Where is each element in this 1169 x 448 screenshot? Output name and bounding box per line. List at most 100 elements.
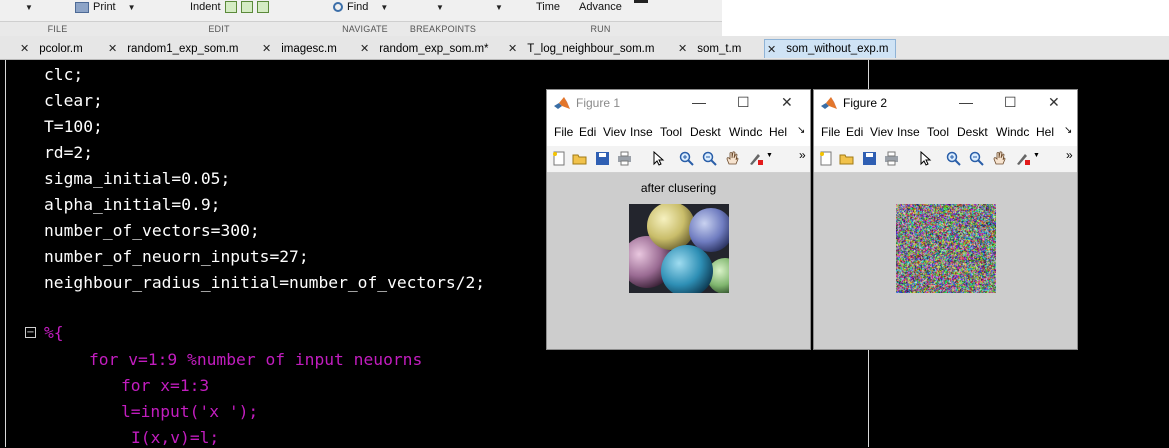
smart-indent-icon[interactable] [224,1,237,13]
menu-file[interactable]: File [554,125,573,139]
menu-help[interactable]: Hel [1036,125,1054,139]
code-line[interactable]: clc; [44,65,83,85]
code-line[interactable]: l=input('x '); [121,402,258,422]
code-line[interactable]: neighbour_radius_initial=number_of_vecto… [44,273,485,293]
close-icon[interactable]: ✕ [262,42,271,55]
find-button[interactable]: Find ▼ [333,0,388,14]
minimize-icon[interactable]: — [692,94,706,110]
toolstrip: ▼ Print ▼ Indent Find ▼ ▼ ▼ Time Advance… [0,0,1169,36]
indent-button[interactable]: Indent [190,0,269,14]
close-icon[interactable]: ✕ [360,42,369,55]
figure-1-titlebar[interactable]: Figure 1 — ☐ ✕ [547,90,810,118]
random-noise-image [896,204,996,293]
time-button[interactable]: Time [536,0,560,14]
code-line[interactable]: clear; [44,91,103,111]
tab-random-exp-som[interactable]: ✕ random_exp_som.m* [360,39,489,58]
close-icon[interactable]: ✕ [1048,94,1060,111]
menu-insert[interactable]: Inse [630,125,653,139]
close-icon[interactable]: ✕ [767,43,776,56]
zoom-in-icon[interactable] [679,151,694,166]
new-figure-icon[interactable] [818,151,833,166]
figure-1-window[interactable]: Figure 1 — ☐ ✕ File Edi Viev Inse Tool D… [546,89,811,350]
maximize-icon[interactable]: ☐ [737,94,750,111]
menu-edit[interactable]: Edi [846,125,863,139]
menu-insert[interactable]: Inse [897,125,920,139]
open-folder-icon[interactable] [839,151,854,166]
code-line[interactable]: sigma_initial=0.05; [44,169,230,189]
advance-label: Advance [579,1,622,13]
tab-pcolor[interactable]: ✕ pcolor.m [20,39,83,58]
close-icon[interactable]: ✕ [20,42,29,55]
code-line[interactable]: T=100; [44,117,103,137]
printer-icon [75,1,89,13]
code-line[interactable]: for v=1:9 %number of input neuorns [89,350,422,370]
print-figure-icon[interactable] [884,151,899,166]
window-title: Figure 1 [576,96,621,110]
save-icon[interactable] [862,151,877,166]
code-line[interactable]: for x=1:3 [121,376,209,396]
figure-2-window[interactable]: Figure 2 — ☐ ✕ File Edi Viev Inse Tool D… [813,89,1078,350]
menu-file[interactable]: File [821,125,840,139]
data-cursor-icon[interactable] [748,151,763,166]
menu-window[interactable]: Windc [996,125,1029,139]
find-label: Find [347,1,369,13]
new-figure-icon[interactable] [551,151,566,166]
data-cursor-icon[interactable] [1015,151,1030,166]
tab-t-log-neighbour-som[interactable]: ✕ T_log_neighbour_som.m [508,39,654,58]
tab-som-t[interactable]: ✕ som_t.m [678,39,741,58]
save-icon[interactable] [595,151,610,166]
code-line[interactable]: I(x,v)=l; [131,428,219,448]
menu-edit[interactable]: Edi [579,125,596,139]
decrease-indent-icon[interactable] [256,1,269,13]
menu-overflow-icon[interactable]: ↘ [1064,125,1072,136]
edit-plot-arrow-icon[interactable] [651,151,666,166]
close-icon[interactable]: ✕ [108,42,117,55]
edit-plot-arrow-icon[interactable] [918,151,933,166]
tab-imagesc[interactable]: ✕ imagesc.m [262,39,337,58]
menu-window[interactable]: Windc [729,125,762,139]
menu-desktop[interactable]: Deskt [957,125,988,139]
zoom-in-icon[interactable] [946,151,961,166]
maximize-icon[interactable]: ☐ [1004,94,1017,111]
fold-toggle-icon[interactable]: − [25,327,36,338]
close-icon[interactable]: ✕ [508,42,517,55]
find-dropdown-caret-icon[interactable]: ▼ [380,3,388,12]
menu-tools[interactable]: Tool [660,125,682,139]
code-line[interactable]: rd=2; [44,143,93,163]
menu-tools[interactable]: Tool [927,125,949,139]
minimize-icon[interactable]: — [959,94,973,110]
tab-random1-exp-som[interactable]: ✕ random1_exp_som.m [108,39,238,58]
zoom-out-icon[interactable] [702,151,717,166]
toolbar-overflow-icon[interactable]: » [1066,148,1073,162]
open-folder-icon[interactable] [572,151,587,166]
menu-view[interactable]: Viev [603,125,626,139]
run-caret-icon[interactable]: ▼ [495,3,503,12]
print-button[interactable]: Print ▼ [75,0,136,14]
breakpoints-caret-icon[interactable]: ▼ [436,3,444,12]
code-line[interactable]: alpha_initial=0.9; [44,195,220,215]
close-icon[interactable]: ✕ [781,94,793,111]
print-dropdown-caret-icon[interactable]: ▼ [128,3,136,12]
menu-desktop[interactable]: Deskt [690,125,721,139]
menu-overflow-icon[interactable]: ↘ [797,125,805,136]
code-line[interactable]: %{ [44,323,64,343]
print-figure-icon[interactable] [617,151,632,166]
pan-hand-icon[interactable] [725,151,740,166]
increase-indent-icon[interactable] [240,1,253,13]
menu-help[interactable]: Hel [769,125,787,139]
toolbar-overflow-icon[interactable]: » [799,148,806,162]
menu-view[interactable]: Viev [870,125,893,139]
code-line[interactable]: number_of_neuorn_inputs=27; [44,247,309,267]
zoom-out-icon[interactable] [969,151,984,166]
tab-label: pcolor.m [39,42,83,55]
data-cursor-dropdown-icon[interactable]: ▼ [766,152,773,159]
figure-2-titlebar[interactable]: Figure 2 — ☐ ✕ [814,90,1077,118]
balloons-image [629,204,729,293]
data-cursor-dropdown-icon[interactable]: ▼ [1033,152,1040,159]
pan-hand-icon[interactable] [992,151,1007,166]
tab-som-without-exp[interactable]: ✕ som_without_exp.m [764,39,896,58]
advance-button[interactable]: Advance [579,0,622,14]
dropdown-caret-icon[interactable]: ▼ [25,3,33,12]
code-line[interactable]: number_of_vectors=300; [44,221,260,241]
close-icon[interactable]: ✕ [678,42,687,55]
